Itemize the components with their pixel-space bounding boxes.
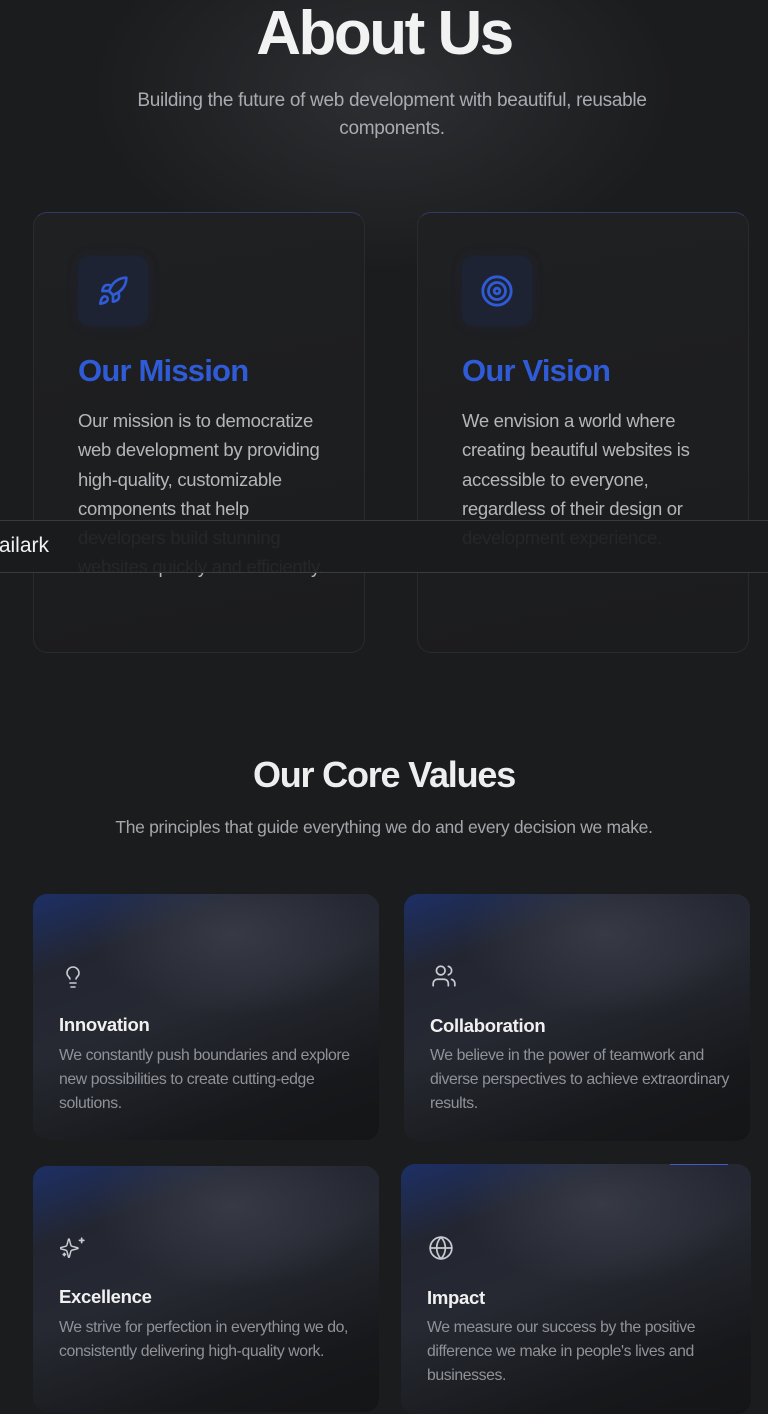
navbar: tailark bbox=[0, 520, 768, 573]
globe-icon bbox=[427, 1234, 455, 1264]
core-values-subtitle: The principles that guide everything we … bbox=[115, 817, 653, 837]
value-title: Excellence bbox=[59, 1286, 152, 1307]
value-title: Impact bbox=[427, 1287, 485, 1308]
value-title: Innovation bbox=[59, 1014, 150, 1035]
sparkles-icon bbox=[59, 1234, 87, 1264]
page-title: About Us bbox=[256, 0, 514, 68]
users-icon bbox=[430, 962, 458, 992]
mission-title: Our Mission bbox=[78, 353, 249, 388]
vision-title: Our Vision bbox=[462, 353, 611, 388]
lightbulb-icon bbox=[59, 963, 87, 993]
value-title: Collaboration bbox=[430, 1015, 546, 1036]
rocket-icon bbox=[78, 256, 148, 326]
value-card-impact: Impact We measure our success by the pos… bbox=[401, 1164, 751, 1414]
core-values-title: Our Core Values bbox=[252, 754, 516, 795]
value-text: We believe in the power of teamwork and … bbox=[430, 1047, 729, 1112]
value-card-excellence: Excellence We strive for perfection in e… bbox=[33, 1166, 379, 1412]
value-text: We constantly push boundaries and explor… bbox=[59, 1047, 350, 1112]
value-card-collaboration: Collaboration We believe in the power of… bbox=[404, 894, 750, 1141]
value-text: We strive for perfection in everything w… bbox=[59, 1319, 349, 1360]
target-icon bbox=[462, 256, 532, 326]
mission-card: Our Mission Our mission is to democratiz… bbox=[33, 212, 365, 653]
page-subtitle: Building the future of web development w… bbox=[137, 90, 647, 139]
accent-border bbox=[670, 1164, 728, 1165]
value-text: We measure our success by the positive d… bbox=[427, 1319, 696, 1384]
vision-card: Our Vision We envision a world where cre… bbox=[417, 212, 749, 653]
brand-logo-link[interactable]: tailark bbox=[0, 534, 49, 558]
value-card-innovation: Innovation We constantly push boundaries… bbox=[33, 894, 379, 1140]
